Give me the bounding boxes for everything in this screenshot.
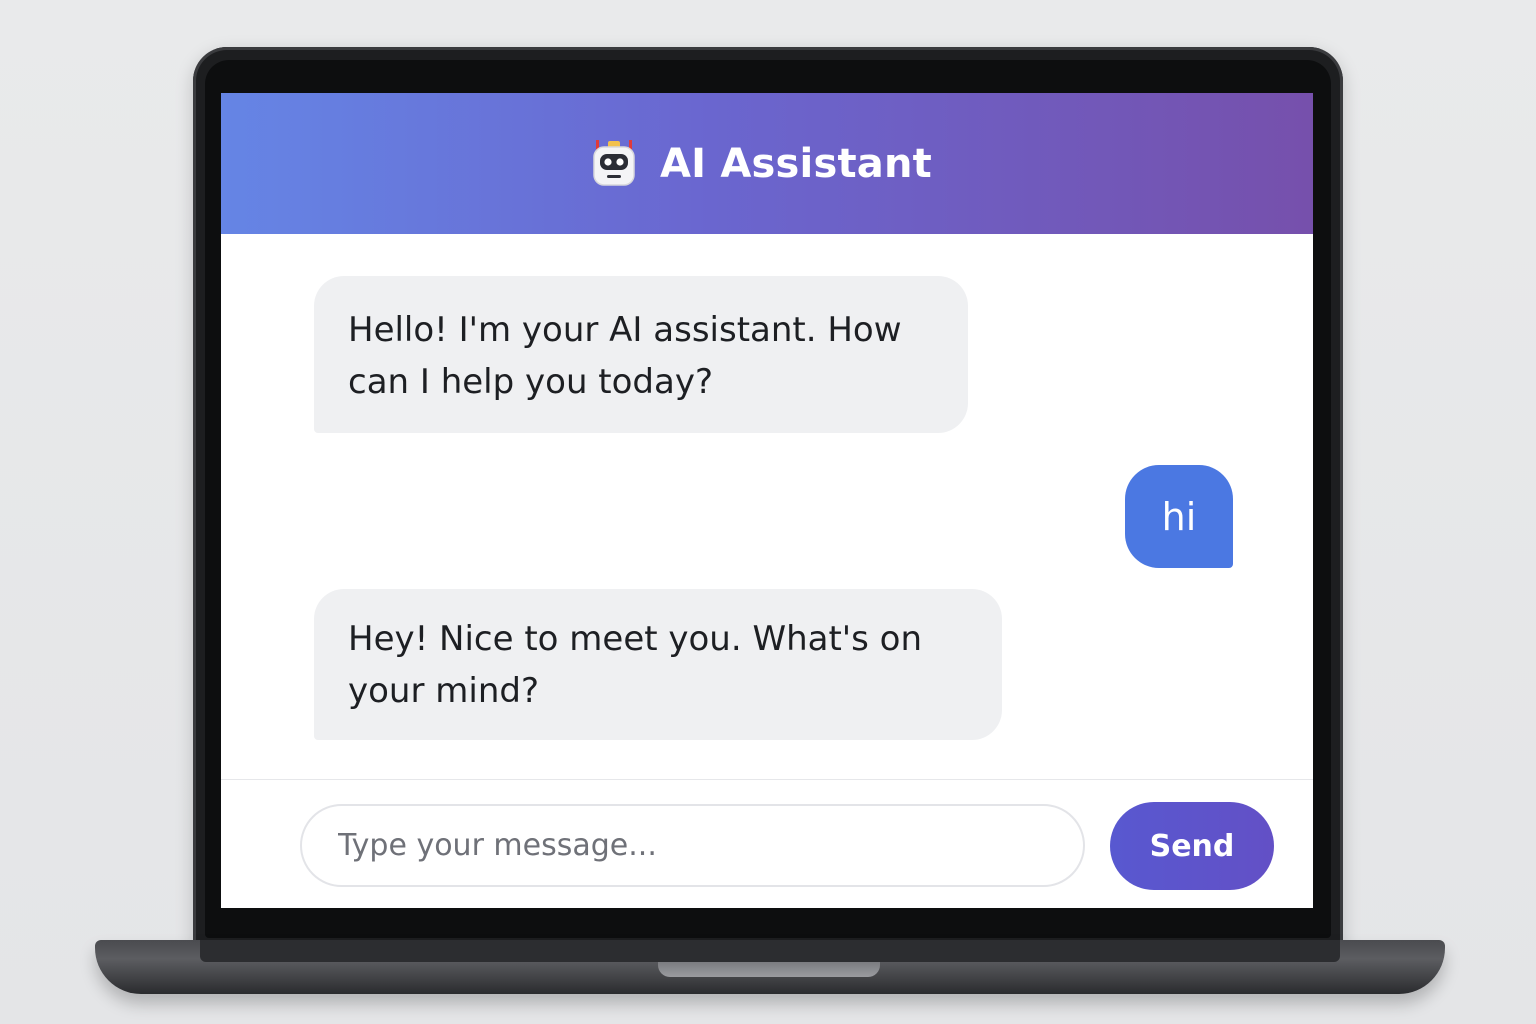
header-brand: AI Assistant	[590, 138, 932, 190]
laptop-hinge	[200, 940, 1340, 962]
chat-app-window: AI Assistant Hello! I'm your AI assistan…	[221, 93, 1313, 908]
chat-header: AI Assistant	[221, 93, 1313, 234]
laptop-scene: AI Assistant Hello! I'm your AI assistan…	[0, 0, 1536, 1024]
send-button[interactable]: Send	[1110, 802, 1274, 890]
assistant-message: Hey! Nice to meet you. What's on your mi…	[314, 589, 1002, 740]
user-message: hi	[1125, 465, 1233, 568]
app-title: AI Assistant	[660, 140, 932, 187]
assistant-message: Hello! I'm your AI assistant. How can I …	[314, 276, 968, 433]
message-list: Hello! I'm your AI assistant. How can I …	[221, 234, 1313, 779]
robot-icon	[593, 139, 635, 186]
composer-bar: Send	[221, 779, 1313, 908]
laptop-opening-notch	[658, 962, 880, 977]
message-input[interactable]	[300, 804, 1085, 887]
